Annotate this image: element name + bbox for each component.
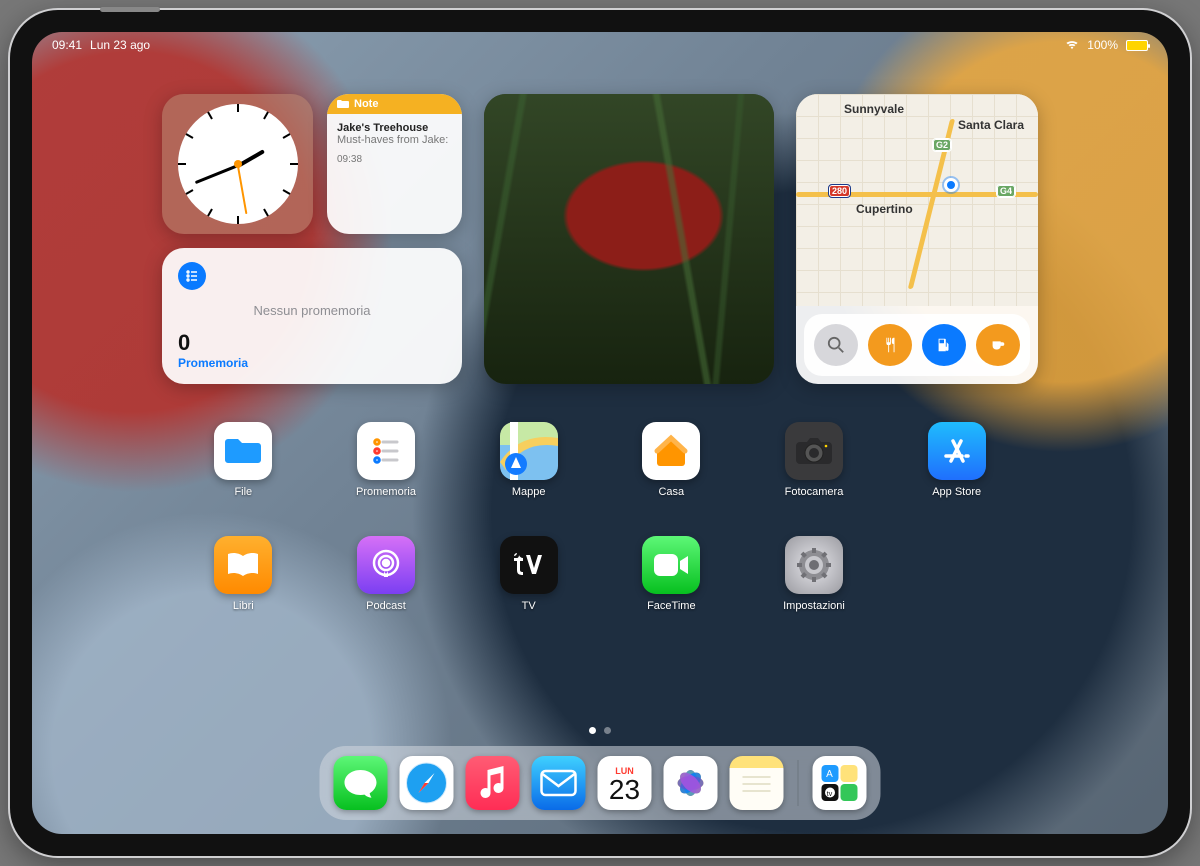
map-shield-280: 280 — [828, 184, 851, 198]
note-subtitle: Must-haves from Jake: — [337, 134, 452, 148]
app-casa[interactable]: Casa — [631, 422, 711, 498]
calendar-day: 23 — [609, 776, 640, 804]
maps-search-button[interactable] — [814, 324, 858, 366]
dock-mail[interactable] — [532, 756, 586, 810]
dock-separator — [798, 760, 799, 806]
maps-gas-button[interactable] — [922, 324, 966, 366]
app-appstore[interactable]: App Store — [917, 422, 997, 498]
reminders-count: 0 — [178, 330, 446, 356]
app-facetime[interactable]: FaceTime — [631, 536, 711, 612]
dock-notes[interactable] — [730, 756, 784, 810]
podcast-icon — [357, 536, 415, 594]
dock-app-library[interactable]: Atv — [813, 756, 867, 810]
app-promemoria[interactable]: Promemoria — [346, 422, 426, 498]
home-screen[interactable]: 09:41 Lun 23 ago 100% — [32, 32, 1168, 834]
dock-calendar[interactable]: LUN 23 — [598, 756, 652, 810]
notes-widget[interactable]: Note Jake's Treehouse Must-haves from Ja… — [327, 94, 462, 234]
status-battery-percent: 100% — [1087, 38, 1118, 52]
reminders-list-icon — [178, 262, 206, 290]
dock-safari[interactable] — [400, 756, 454, 810]
status-date: Lun 23 ago — [90, 38, 150, 52]
photo-poppy-icon — [484, 94, 774, 384]
appstore-icon — [928, 422, 986, 480]
dock-messages[interactable] — [334, 756, 388, 810]
map-view[interactable]: Sunnyvale Santa Clara Cupertino 280 G2 G… — [796, 94, 1038, 306]
maps-restaurants-button[interactable] — [868, 324, 912, 366]
facetime-icon — [642, 536, 700, 594]
reminders-empty-text: Nessun promemoria — [178, 290, 446, 330]
map-current-location-icon — [944, 178, 958, 192]
app-impostazioni[interactable]: Impostazioni — [774, 536, 854, 612]
dock-music[interactable] — [466, 756, 520, 810]
maps-coffee-button[interactable] — [976, 324, 1020, 366]
files-icon — [214, 422, 272, 480]
tv-icon — [500, 536, 558, 594]
camera-icon — [785, 422, 843, 480]
map-label-santa-clara: Santa Clara — [958, 118, 1024, 132]
wifi-icon — [1065, 40, 1079, 50]
maps-icon — [500, 422, 558, 480]
battery-icon — [1126, 40, 1148, 51]
folder-icon — [337, 99, 349, 109]
clock-widget[interactable] — [162, 94, 313, 234]
home-icon — [642, 422, 700, 480]
status-bar: 09:41 Lun 23 ago 100% — [32, 38, 1168, 52]
app-file[interactable]: File — [203, 422, 283, 498]
dock-photos[interactable] — [664, 756, 718, 810]
map-shield-g2: G2 — [932, 138, 952, 152]
notes-widget-header: Note — [354, 98, 378, 110]
svg-text:A: A — [826, 769, 833, 780]
app-fotocamera[interactable]: Fotocamera — [774, 422, 854, 498]
note-title: Jake's Treehouse — [337, 122, 452, 134]
app-podcast[interactable]: Podcast — [346, 536, 426, 612]
settings-icon — [785, 536, 843, 594]
note-timestamp: 09:38 — [337, 154, 452, 165]
photos-widget[interactable] — [484, 94, 774, 384]
app-mappe[interactable]: Mappe — [489, 422, 569, 498]
svg-text:tv: tv — [827, 791, 833, 798]
reminders-label: Promemoria — [178, 356, 446, 370]
dock: LUN 23 Atv — [320, 746, 881, 820]
reminders-icon — [357, 422, 415, 480]
reminders-widget[interactable]: Nessun promemoria 0 Promemoria — [162, 248, 462, 384]
status-time: 09:41 — [52, 38, 82, 52]
app-tv[interactable]: TV — [489, 536, 569, 612]
maps-widget[interactable]: Sunnyvale Santa Clara Cupertino 280 G2 G… — [796, 94, 1038, 384]
map-label-sunnyvale: Sunnyvale — [844, 102, 904, 116]
books-icon — [214, 536, 272, 594]
app-libri[interactable]: Libri — [203, 536, 283, 612]
map-shield-g4: G4 — [996, 184, 1016, 198]
map-label-cupertino: Cupertino — [856, 202, 913, 216]
page-indicator[interactable] — [589, 727, 611, 734]
clock-face-icon — [178, 104, 298, 224]
